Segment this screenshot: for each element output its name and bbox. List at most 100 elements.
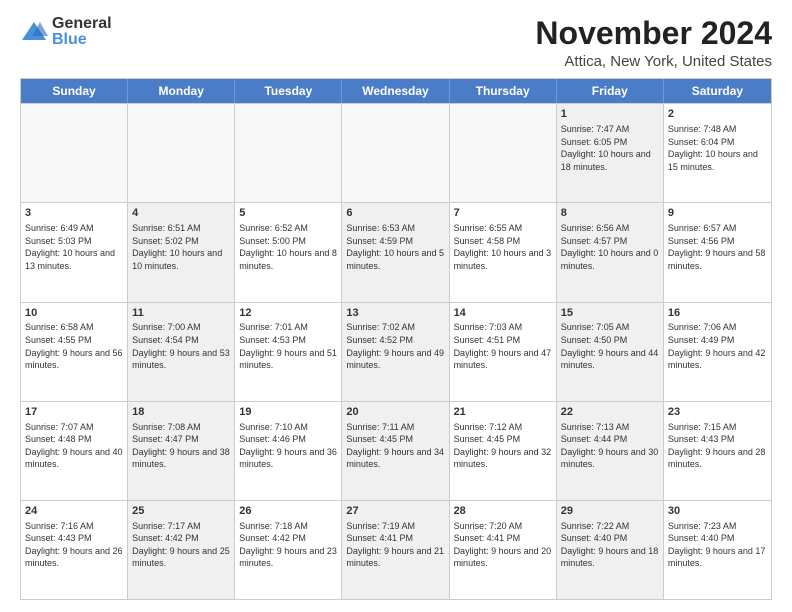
logo-blue-text: Blue xyxy=(52,32,112,48)
day-number: 7 xyxy=(454,206,552,221)
cell-details: Sunrise: 7:03 AMSunset: 4:51 PMDaylight:… xyxy=(454,321,552,371)
calendar-cell xyxy=(21,104,128,202)
cell-details: Sunrise: 6:52 AMSunset: 5:00 PMDaylight:… xyxy=(239,222,337,272)
calendar-body: 1Sunrise: 7:47 AMSunset: 6:05 PMDaylight… xyxy=(21,103,771,599)
day-number: 15 xyxy=(561,306,659,321)
cell-details: Sunrise: 7:06 AMSunset: 4:49 PMDaylight:… xyxy=(668,321,767,371)
calendar-header: SundayMondayTuesdayWednesdayThursdayFrid… xyxy=(21,79,771,103)
day-number: 9 xyxy=(668,206,767,221)
cell-details: Sunrise: 7:00 AMSunset: 4:54 PMDaylight:… xyxy=(132,321,230,371)
calendar-cell: 28Sunrise: 7:20 AMSunset: 4:41 PMDayligh… xyxy=(450,501,557,599)
cell-details: Sunrise: 6:55 AMSunset: 4:58 PMDaylight:… xyxy=(454,222,552,272)
calendar-header-cell: Tuesday xyxy=(235,79,342,103)
calendar-header-cell: Friday xyxy=(557,79,664,103)
calendar-cell: 20Sunrise: 7:11 AMSunset: 4:45 PMDayligh… xyxy=(342,402,449,500)
day-number: 10 xyxy=(25,306,123,321)
day-number: 25 xyxy=(132,504,230,519)
cell-details: Sunrise: 7:10 AMSunset: 4:46 PMDaylight:… xyxy=(239,421,337,471)
calendar-cell: 23Sunrise: 7:15 AMSunset: 4:43 PMDayligh… xyxy=(664,402,771,500)
day-number: 4 xyxy=(132,206,230,221)
day-number: 16 xyxy=(668,306,767,321)
cell-details: Sunrise: 7:16 AMSunset: 4:43 PMDaylight:… xyxy=(25,520,123,570)
calendar-cell: 7Sunrise: 6:55 AMSunset: 4:58 PMDaylight… xyxy=(450,203,557,301)
calendar-cell: 26Sunrise: 7:18 AMSunset: 4:42 PMDayligh… xyxy=(235,501,342,599)
calendar-cell: 27Sunrise: 7:19 AMSunset: 4:41 PMDayligh… xyxy=(342,501,449,599)
logo-icon xyxy=(20,18,48,46)
calendar-cell xyxy=(235,104,342,202)
calendar-cell: 25Sunrise: 7:17 AMSunset: 4:42 PMDayligh… xyxy=(128,501,235,599)
calendar-cell: 22Sunrise: 7:13 AMSunset: 4:44 PMDayligh… xyxy=(557,402,664,500)
title-block: November 2024 Attica, New York, United S… xyxy=(535,16,772,70)
calendar-cell: 12Sunrise: 7:01 AMSunset: 4:53 PMDayligh… xyxy=(235,303,342,401)
cell-details: Sunrise: 7:13 AMSunset: 4:44 PMDaylight:… xyxy=(561,421,659,471)
day-number: 18 xyxy=(132,405,230,420)
day-number: 21 xyxy=(454,405,552,420)
calendar-header-cell: Wednesday xyxy=(342,79,449,103)
cell-details: Sunrise: 7:19 AMSunset: 4:41 PMDaylight:… xyxy=(346,520,444,570)
calendar-cell: 5Sunrise: 6:52 AMSunset: 5:00 PMDaylight… xyxy=(235,203,342,301)
logo-text: General Blue xyxy=(52,16,112,48)
cell-details: Sunrise: 7:48 AMSunset: 6:04 PMDaylight:… xyxy=(668,123,767,173)
day-number: 17 xyxy=(25,405,123,420)
calendar-header-cell: Monday xyxy=(128,79,235,103)
calendar-cell: 14Sunrise: 7:03 AMSunset: 4:51 PMDayligh… xyxy=(450,303,557,401)
cell-details: Sunrise: 7:18 AMSunset: 4:42 PMDaylight:… xyxy=(239,520,337,570)
cell-details: Sunrise: 7:15 AMSunset: 4:43 PMDaylight:… xyxy=(668,421,767,471)
day-number: 22 xyxy=(561,405,659,420)
cell-details: Sunrise: 7:22 AMSunset: 4:40 PMDaylight:… xyxy=(561,520,659,570)
page: General Blue November 2024 Attica, New Y… xyxy=(0,0,792,612)
day-number: 29 xyxy=(561,504,659,519)
calendar-cell: 29Sunrise: 7:22 AMSunset: 4:40 PMDayligh… xyxy=(557,501,664,599)
subtitle: Attica, New York, United States xyxy=(535,53,772,70)
cell-details: Sunrise: 7:11 AMSunset: 4:45 PMDaylight:… xyxy=(346,421,444,471)
calendar-cell: 10Sunrise: 6:58 AMSunset: 4:55 PMDayligh… xyxy=(21,303,128,401)
calendar-cell xyxy=(128,104,235,202)
calendar-cell: 16Sunrise: 7:06 AMSunset: 4:49 PMDayligh… xyxy=(664,303,771,401)
cell-details: Sunrise: 7:47 AMSunset: 6:05 PMDaylight:… xyxy=(561,123,659,173)
day-number: 6 xyxy=(346,206,444,221)
day-number: 27 xyxy=(346,504,444,519)
cell-details: Sunrise: 7:08 AMSunset: 4:47 PMDaylight:… xyxy=(132,421,230,471)
calendar-cell: 8Sunrise: 6:56 AMSunset: 4:57 PMDaylight… xyxy=(557,203,664,301)
calendar-cell: 18Sunrise: 7:08 AMSunset: 4:47 PMDayligh… xyxy=(128,402,235,500)
calendar-header-cell: Saturday xyxy=(664,79,771,103)
calendar-header-cell: Thursday xyxy=(450,79,557,103)
calendar-cell: 24Sunrise: 7:16 AMSunset: 4:43 PMDayligh… xyxy=(21,501,128,599)
day-number: 28 xyxy=(454,504,552,519)
cell-details: Sunrise: 7:02 AMSunset: 4:52 PMDaylight:… xyxy=(346,321,444,371)
cell-details: Sunrise: 6:53 AMSunset: 4:59 PMDaylight:… xyxy=(346,222,444,272)
calendar-row: 3Sunrise: 6:49 AMSunset: 5:03 PMDaylight… xyxy=(21,202,771,301)
calendar-cell: 21Sunrise: 7:12 AMSunset: 4:45 PMDayligh… xyxy=(450,402,557,500)
cell-details: Sunrise: 7:23 AMSunset: 4:40 PMDaylight:… xyxy=(668,520,767,570)
day-number: 20 xyxy=(346,405,444,420)
day-number: 8 xyxy=(561,206,659,221)
calendar-cell: 6Sunrise: 6:53 AMSunset: 4:59 PMDaylight… xyxy=(342,203,449,301)
calendar-cell: 9Sunrise: 6:57 AMSunset: 4:56 PMDaylight… xyxy=(664,203,771,301)
day-number: 3 xyxy=(25,206,123,221)
calendar-header-cell: Sunday xyxy=(21,79,128,103)
day-number: 12 xyxy=(239,306,337,321)
cell-details: Sunrise: 6:58 AMSunset: 4:55 PMDaylight:… xyxy=(25,321,123,371)
day-number: 24 xyxy=(25,504,123,519)
calendar-cell: 11Sunrise: 7:00 AMSunset: 4:54 PMDayligh… xyxy=(128,303,235,401)
day-number: 26 xyxy=(239,504,337,519)
cell-details: Sunrise: 6:56 AMSunset: 4:57 PMDaylight:… xyxy=(561,222,659,272)
day-number: 14 xyxy=(454,306,552,321)
calendar-cell xyxy=(450,104,557,202)
day-number: 13 xyxy=(346,306,444,321)
calendar-cell: 19Sunrise: 7:10 AMSunset: 4:46 PMDayligh… xyxy=(235,402,342,500)
day-number: 30 xyxy=(668,504,767,519)
cell-details: Sunrise: 7:17 AMSunset: 4:42 PMDaylight:… xyxy=(132,520,230,570)
calendar-cell: 17Sunrise: 7:07 AMSunset: 4:48 PMDayligh… xyxy=(21,402,128,500)
calendar-row: 1Sunrise: 7:47 AMSunset: 6:05 PMDaylight… xyxy=(21,103,771,202)
day-number: 2 xyxy=(668,107,767,122)
calendar-cell: 3Sunrise: 6:49 AMSunset: 5:03 PMDaylight… xyxy=(21,203,128,301)
cell-details: Sunrise: 7:20 AMSunset: 4:41 PMDaylight:… xyxy=(454,520,552,570)
calendar-cell: 4Sunrise: 6:51 AMSunset: 5:02 PMDaylight… xyxy=(128,203,235,301)
day-number: 11 xyxy=(132,306,230,321)
cell-details: Sunrise: 7:12 AMSunset: 4:45 PMDaylight:… xyxy=(454,421,552,471)
main-title: November 2024 xyxy=(535,16,772,51)
day-number: 19 xyxy=(239,405,337,420)
calendar-cell: 1Sunrise: 7:47 AMSunset: 6:05 PMDaylight… xyxy=(557,104,664,202)
day-number: 5 xyxy=(239,206,337,221)
